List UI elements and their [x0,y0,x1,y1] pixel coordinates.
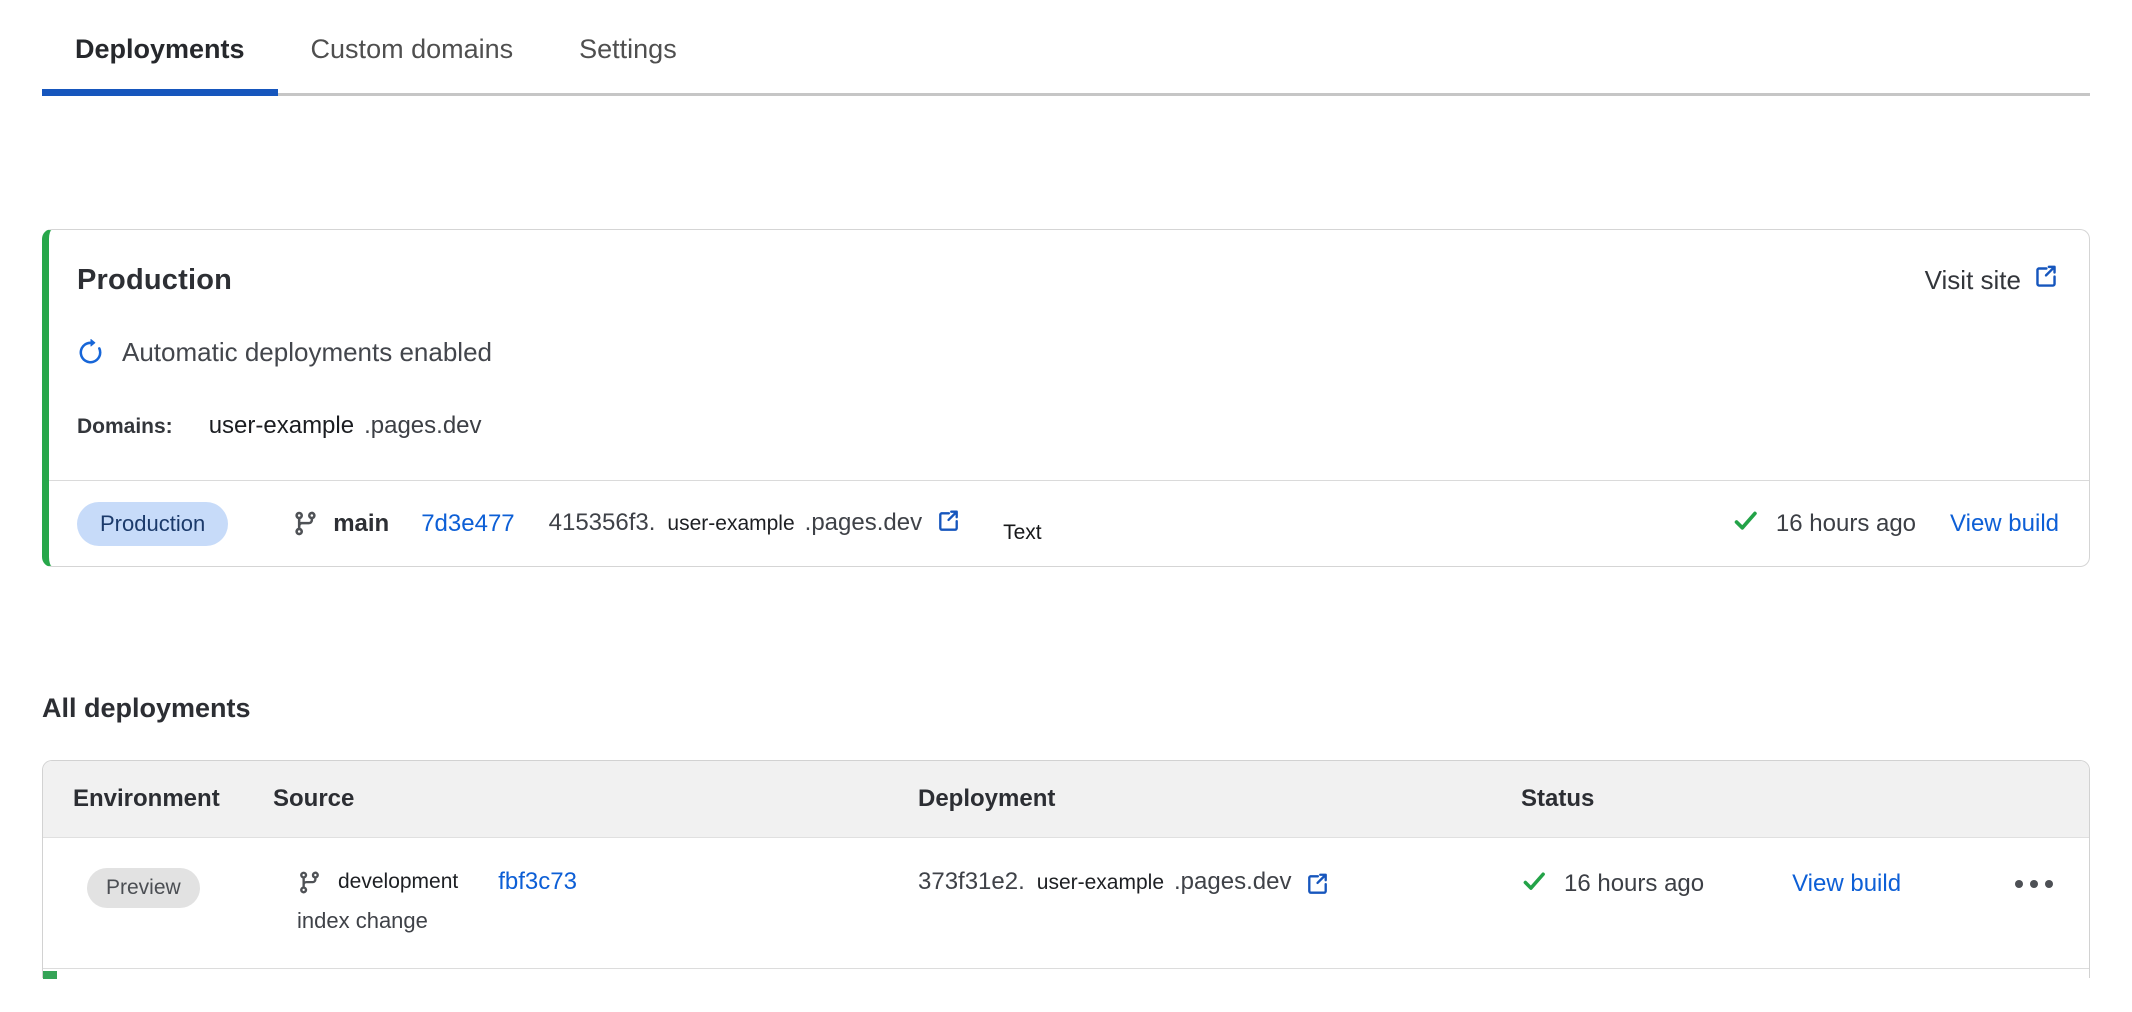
auto-deployments-text: Automatic deployments enabled [122,337,492,368]
all-deployments-title: All deployments [42,693,2090,724]
domains-line: Domains: user-example .pages.dev [77,412,2059,440]
external-link-icon [2033,264,2059,297]
deployments-table: Environment Source Deployment Status Pre… [42,760,2090,978]
success-check-icon [1732,507,1760,540]
environment-badge: Preview [87,868,200,908]
table-row: Preview development fbf3c73 index change… [43,838,2089,969]
production-accent-bar [43,971,57,979]
git-branch-icon [297,870,322,895]
commit-link[interactable]: fbf3c73 [498,868,577,896]
table-header: Environment Source Deployment Status [43,761,2089,838]
visit-site-label: Visit site [1925,265,2021,296]
deployment-status: 16 hours ago View build [1732,507,2059,540]
branch-name: main [333,510,389,538]
tab-deployments[interactable]: Deployments [42,0,278,93]
production-card-header: Production Visit site [77,230,2059,297]
branch-name: development [338,870,458,894]
external-link-icon[interactable] [1305,872,1330,902]
column-status: Status [1521,785,2089,813]
visit-site-button[interactable]: Visit site [1925,264,2059,297]
git-branch-icon [292,510,319,537]
success-check-icon [1521,868,1548,900]
deployment-domain: user-example [667,512,794,536]
deployment-id: 415356f3. [549,509,656,537]
production-card-title: Production [77,264,232,297]
more-actions-button[interactable] [2013,868,2055,900]
domain-suffix: .pages.dev [364,412,481,440]
deployment-id: 373f31e2. [918,868,1025,896]
commit-message: index change [297,908,918,934]
deployment-time: 16 hours ago [1776,510,1916,538]
deployment-domain: user-example [1037,871,1164,895]
ellipsis-icon [2030,880,2038,888]
view-build-link[interactable]: View build [1950,510,2059,538]
tab-custom-domains[interactable]: Custom domains [278,0,547,93]
production-card: Production Visit site Automatic deployme… [42,229,2090,567]
ellipsis-icon [2045,880,2053,888]
deployment-cell: 373f31e2. user-example .pages.dev [918,868,1521,906]
next-row-partial [43,969,2089,978]
auto-deployments-status: Automatic deployments enabled [77,337,2059,368]
column-environment: Environment [43,785,273,813]
deployment-suffix: .pages.dev [805,509,922,537]
domains-label: Domains: [77,415,173,439]
source-cell: development fbf3c73 index change [273,868,918,934]
column-source: Source [273,785,918,813]
domain-name: user-example [209,412,354,440]
status-cell: 16 hours ago View build [1521,868,2089,934]
environment-cell: Preview [43,868,273,934]
refresh-icon [77,339,104,366]
view-build-link[interactable]: View build [1792,870,1901,898]
production-deployment-row: Production main 7d3e477 415356f3. user-e… [49,480,2089,566]
deployment-time: 16 hours ago [1564,870,1704,898]
page-tabs: Deployments Custom domains Settings [42,0,2090,96]
deployment-url: 415356f3. user-example .pages.dev [549,509,961,539]
note-label: Text [1003,521,1042,545]
environment-badge: Production [77,502,228,546]
column-deployment: Deployment [918,785,1521,813]
external-link-icon[interactable] [936,509,961,539]
tab-settings[interactable]: Settings [546,0,710,93]
ellipsis-icon [2015,880,2023,888]
deployment-suffix: .pages.dev [1174,868,1291,896]
commit-link[interactable]: 7d3e477 [421,510,514,538]
